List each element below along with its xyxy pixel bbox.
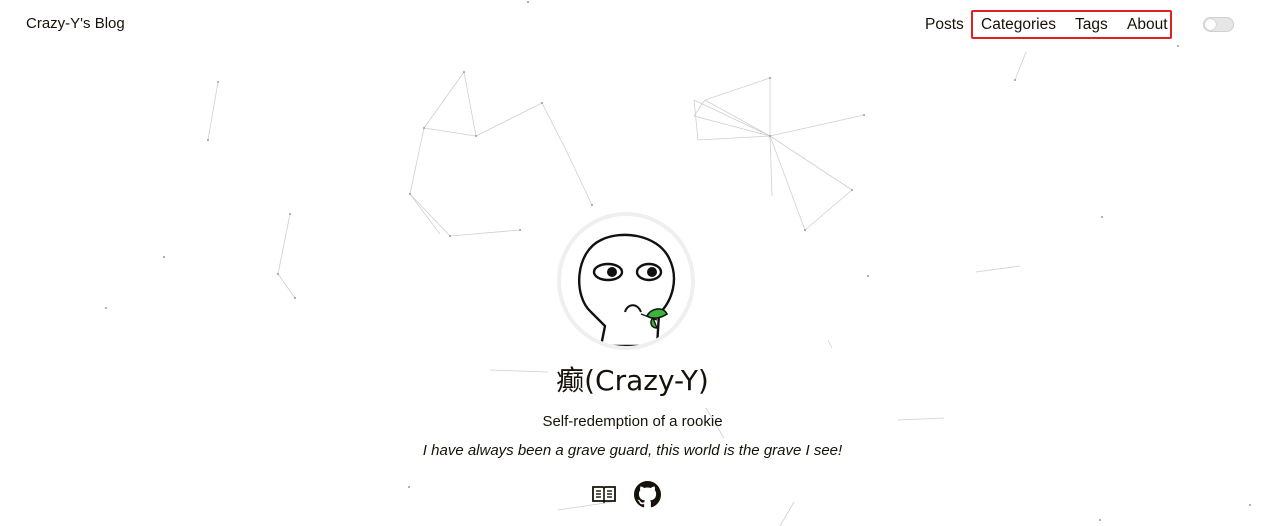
site-brand-link[interactable]: Crazy-Y's Blog [26,15,125,32]
theme-toggle[interactable] [1203,17,1234,32]
nav-highlight-box [971,10,1172,39]
github-icon[interactable] [633,480,661,508]
avatar [557,212,695,350]
page: Crazy-Y's Blog Posts Categories Tags Abo… [0,0,1265,526]
subtitle: Self-redemption of a rookie [542,413,723,430]
toggle-switch-icon [1205,19,1216,30]
meme-face-avatar [578,233,676,346]
book-icon[interactable] [590,480,618,508]
nav-posts[interactable]: Posts [925,15,964,35]
page-title: 癫(Crazy-Y) [556,364,709,397]
motto: I have always been a grave guard, this w… [422,442,843,459]
site-header: Crazy-Y's Blog Posts Categories Tags Abo… [0,0,1265,50]
